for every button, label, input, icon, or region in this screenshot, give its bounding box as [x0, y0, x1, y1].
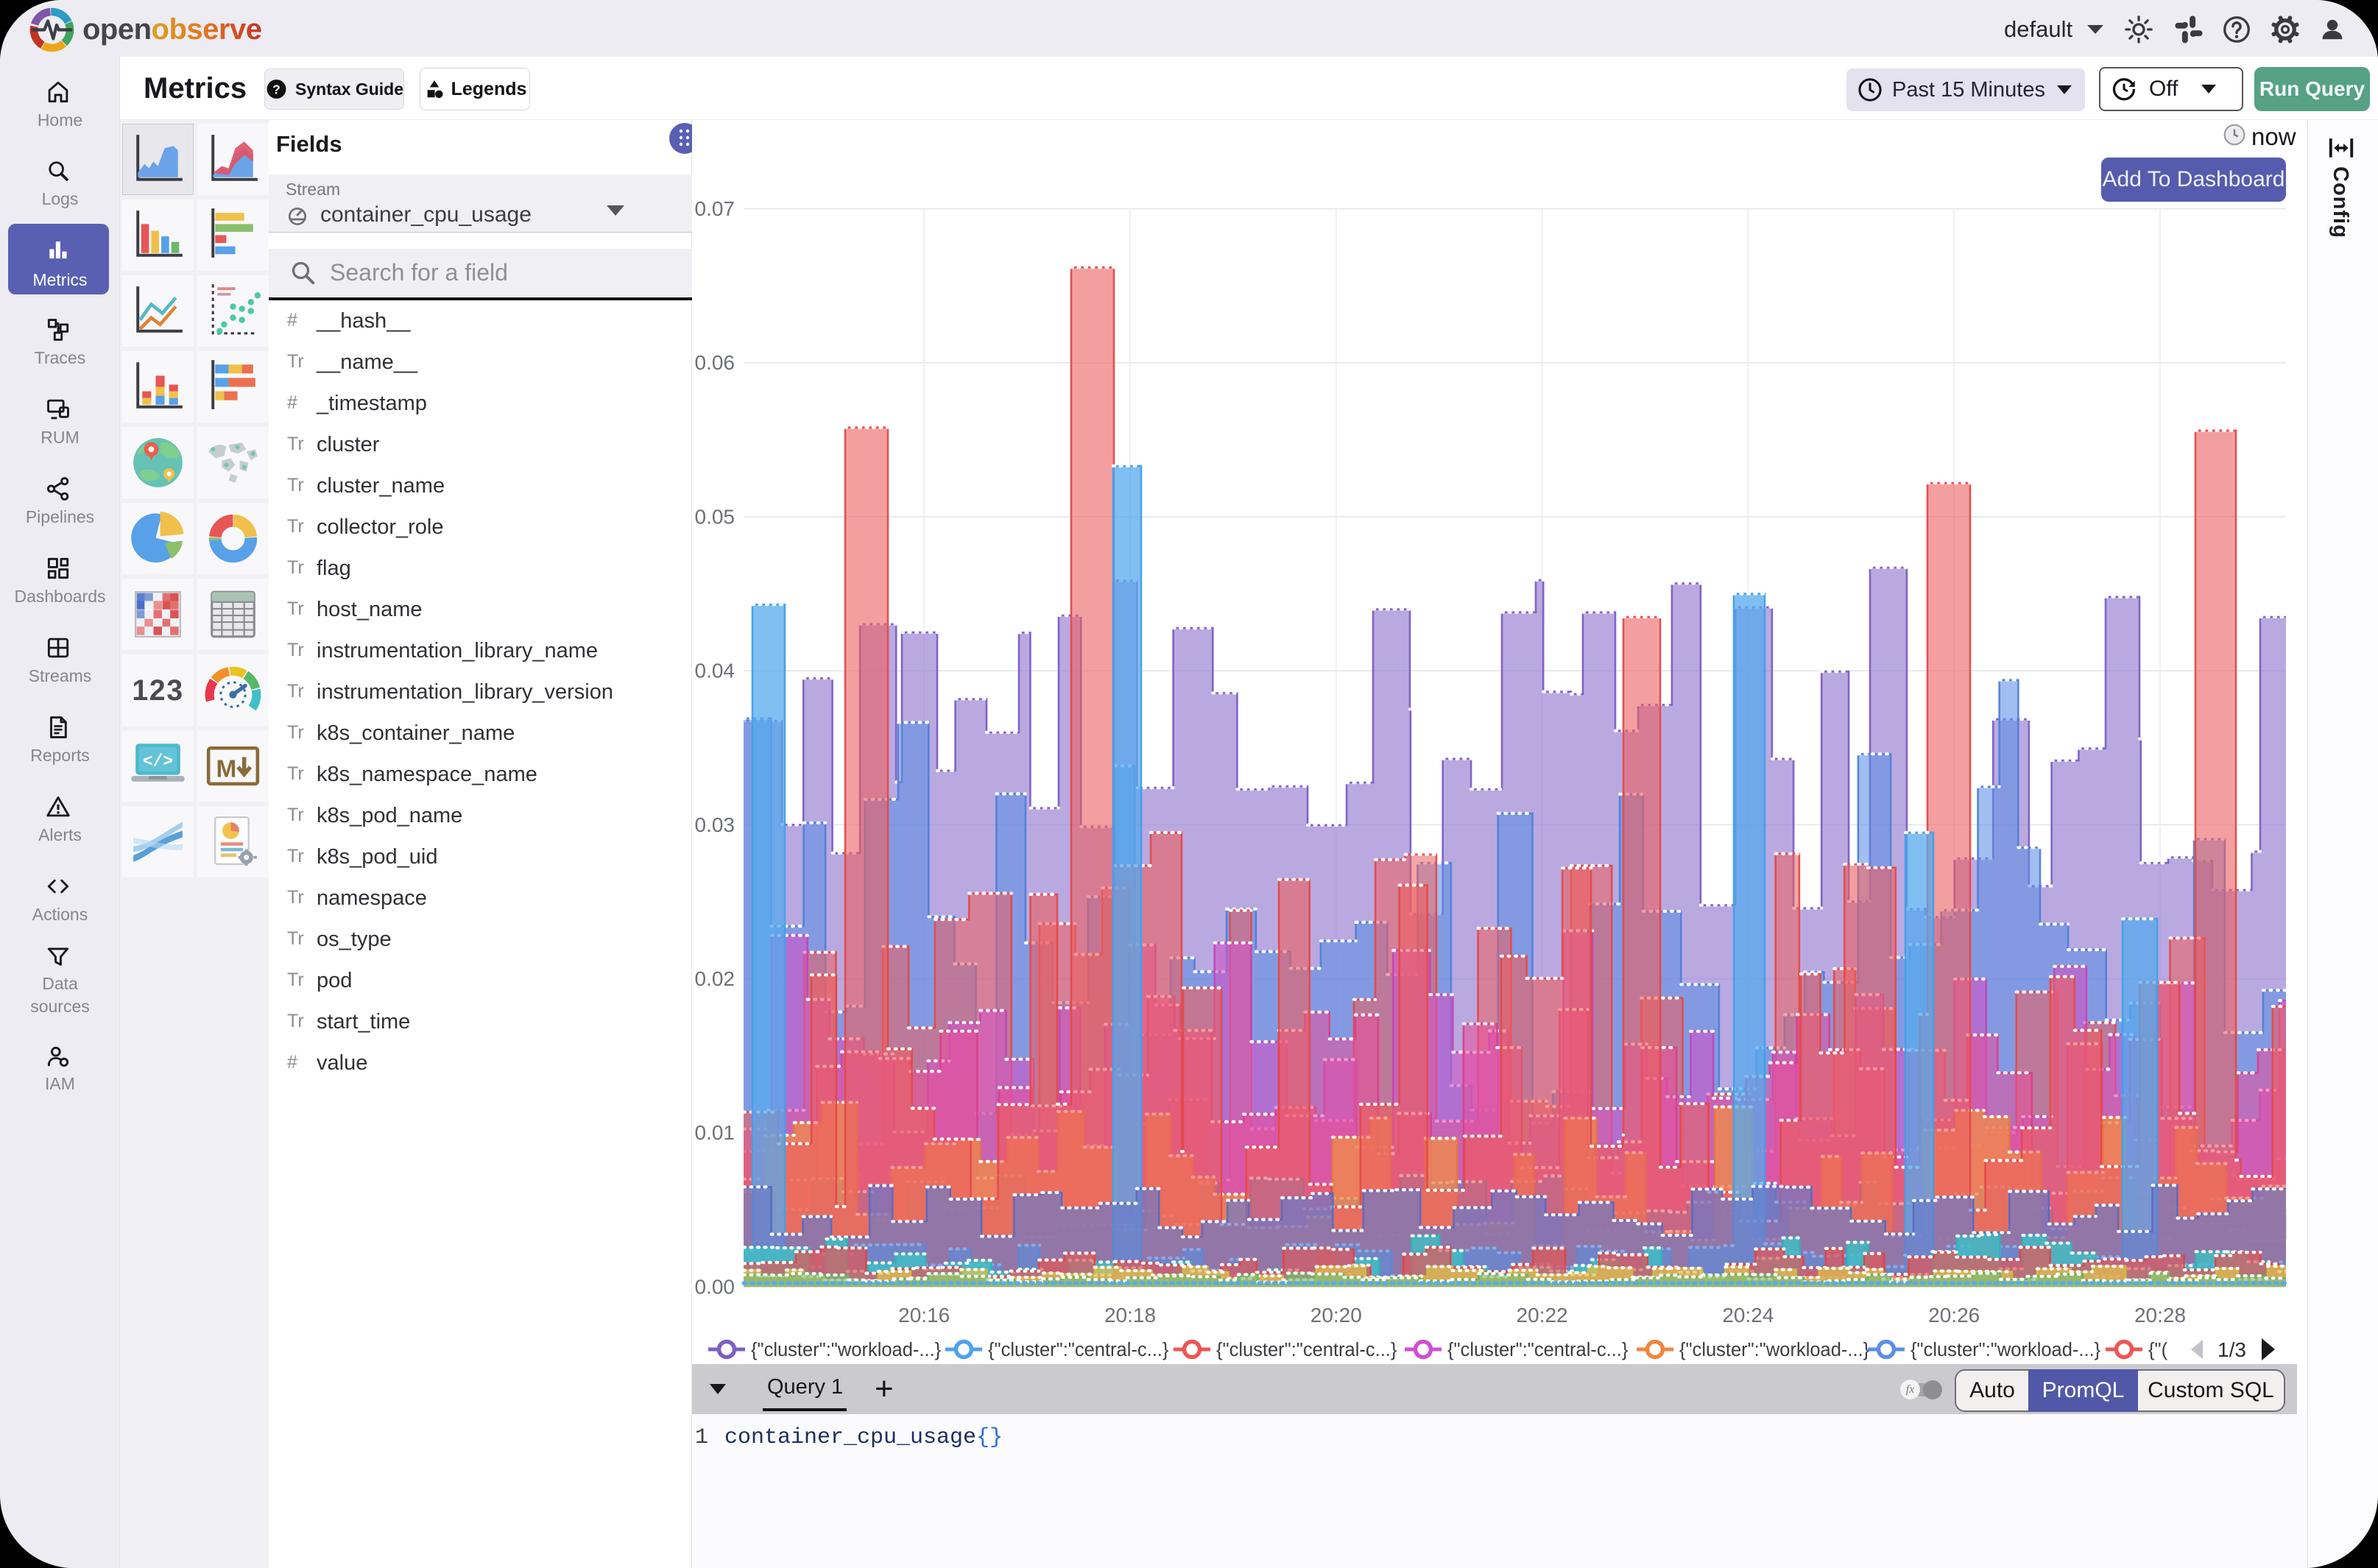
svg-text:20:28: 20:28: [2134, 1304, 2186, 1327]
svg-text:{"cluster":"workload-...}: {"cluster":"workload-...}: [1910, 1340, 2101, 1360]
svg-text:{"cluster":"central-c...}: {"cluster":"central-c...}: [988, 1340, 1169, 1360]
svg-text:0.00: 0.00: [695, 1275, 735, 1298]
svg-text:20:16: 20:16: [898, 1304, 950, 1327]
svg-text:</>: </>: [143, 752, 173, 771]
svg-text:{"cluster":"workload-...}: {"cluster":"workload-...}: [751, 1340, 942, 1360]
svg-text:20:26: 20:26: [1928, 1304, 1980, 1327]
svg-text:M: M: [216, 756, 237, 783]
svg-text:20:20: 20:20: [1310, 1304, 1362, 1327]
svg-text:0.02: 0.02: [695, 967, 735, 990]
svg-text:{"(: {"(: [2148, 1340, 2168, 1360]
svg-text:?: ?: [272, 82, 281, 96]
svg-text:1/3: 1/3: [2218, 1338, 2246, 1361]
svg-text:{"cluster":"central-c...}: {"cluster":"central-c...}: [1216, 1340, 1397, 1360]
svg-text:20:24: 20:24: [1722, 1304, 1774, 1327]
svg-text:0.05: 0.05: [695, 505, 735, 528]
svg-text:0.06: 0.06: [695, 351, 735, 374]
svg-text:{"cluster":"central-c...}: {"cluster":"central-c...}: [1447, 1340, 1629, 1360]
svg-text:{"cluster":"workload-...}: {"cluster":"workload-...}: [1679, 1340, 1870, 1360]
svg-text:0.07: 0.07: [695, 197, 735, 220]
svg-text:0.03: 0.03: [695, 813, 735, 836]
svg-text:20:18: 20:18: [1104, 1304, 1156, 1327]
svg-text:20:22: 20:22: [1517, 1304, 1568, 1327]
svg-text:0.04: 0.04: [695, 660, 735, 682]
svg-text:123: 123: [132, 674, 183, 707]
svg-text:0.01: 0.01: [695, 1121, 735, 1144]
